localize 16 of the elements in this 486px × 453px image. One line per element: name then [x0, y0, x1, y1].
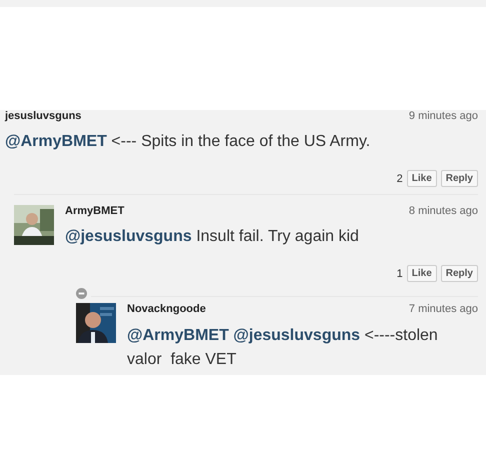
comment-author[interactable]: ArmyBMET: [65, 205, 124, 217]
comment-author[interactable]: jesusluvsguns: [5, 110, 82, 122]
like-count: 1: [396, 268, 403, 280]
reply-button[interactable]: Reply: [440, 265, 478, 282]
comment-author[interactable]: Novackngoode: [127, 303, 206, 315]
comment-time: 8 minutes ago: [408, 205, 478, 217]
like-count: 2: [396, 172, 403, 184]
like-button[interactable]: Like: [406, 265, 437, 282]
like-button[interactable]: Like: [406, 170, 437, 187]
comment-text: @jesusluvsguns Insult fail. Try again kid: [65, 227, 360, 247]
comment-text: @ArmyBMET @jesusluvsguns <----stolen valor fake VET: [127, 326, 439, 370]
collapse-icon[interactable]: [76, 288, 87, 298]
comment-time: 7 minutes ago: [408, 303, 478, 315]
reply-button[interactable]: Reply: [440, 170, 478, 187]
comment-time: 9 minutes ago: [408, 110, 478, 122]
comment-text: @ArmyBMET <--- Spits in the face of the US Army.: [5, 132, 372, 152]
